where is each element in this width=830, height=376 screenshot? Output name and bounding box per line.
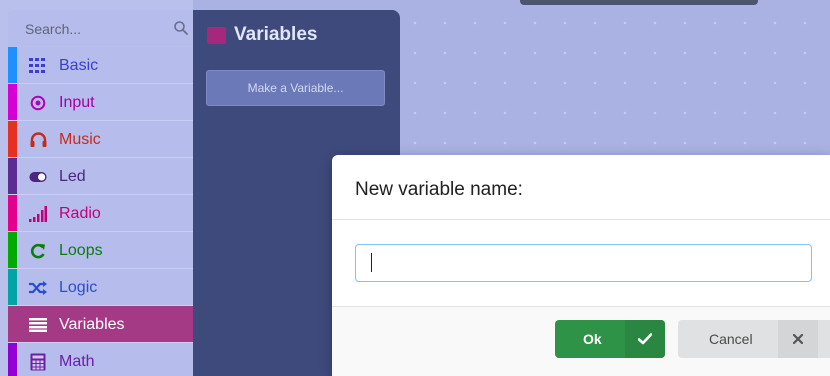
refresh-icon bbox=[29, 242, 47, 260]
dialog-divider bbox=[332, 219, 830, 220]
calculator-icon bbox=[29, 353, 47, 371]
category-math[interactable]: Math bbox=[8, 343, 193, 376]
shuffle-icon bbox=[29, 279, 47, 297]
text-caret bbox=[371, 253, 372, 272]
category-input[interactable]: Input bbox=[8, 84, 193, 121]
category-basic[interactable]: Basic bbox=[8, 47, 193, 84]
variables-color-swatch bbox=[207, 27, 226, 44]
category-list: Basic Input Music Led Radio Loops Logic … bbox=[8, 47, 193, 376]
category-label: Input bbox=[59, 94, 95, 111]
category-label: Basic bbox=[59, 57, 99, 74]
close-icon bbox=[778, 320, 818, 358]
category-label: Radio bbox=[59, 205, 101, 222]
new-variable-dialog: New variable name: Ok Cancel bbox=[332, 155, 830, 376]
category-color-bar bbox=[8, 232, 17, 268]
category-label: Music bbox=[59, 131, 101, 148]
category-color-bar bbox=[8, 158, 17, 194]
cancel-button[interactable]: Cancel bbox=[678, 320, 830, 358]
signal-icon bbox=[29, 205, 47, 223]
workspace-top-strip bbox=[520, 0, 758, 5]
category-color-bar bbox=[8, 269, 17, 305]
make-variable-button[interactable]: Make a Variable... bbox=[206, 70, 385, 106]
category-loops[interactable]: Loops bbox=[8, 232, 193, 269]
category-logic[interactable]: Logic bbox=[8, 269, 193, 306]
category-variables[interactable]: Variables bbox=[8, 306, 193, 343]
category-color-bar bbox=[8, 195, 17, 231]
category-music[interactable]: Music bbox=[8, 121, 193, 158]
category-sidebar: Search... Basic Input Music Led Radio Lo… bbox=[0, 0, 193, 376]
category-label: Variables bbox=[59, 316, 125, 333]
category-led[interactable]: Led bbox=[8, 158, 193, 195]
toggle-icon bbox=[29, 168, 47, 186]
category-label: Logic bbox=[59, 279, 98, 296]
category-color-bar bbox=[8, 84, 17, 120]
checkmark-icon bbox=[625, 320, 665, 358]
headphones-icon bbox=[29, 131, 47, 149]
search-input[interactable]: Search... bbox=[25, 21, 81, 37]
category-color-bar bbox=[8, 47, 17, 83]
target-icon bbox=[29, 94, 47, 112]
category-color-bar bbox=[8, 343, 17, 376]
ok-button[interactable]: Ok bbox=[555, 320, 665, 358]
list-icon bbox=[29, 316, 47, 334]
variable-name-input[interactable] bbox=[355, 244, 812, 282]
category-label: Math bbox=[59, 353, 95, 370]
dialog-title: New variable name: bbox=[355, 179, 523, 200]
category-label: Led bbox=[59, 168, 86, 185]
search-icon[interactable] bbox=[173, 20, 189, 36]
category-label: Loops bbox=[59, 242, 103, 259]
category-color-bar bbox=[8, 121, 17, 157]
grid-icon bbox=[29, 57, 47, 75]
ok-button-label: Ok bbox=[583, 331, 602, 347]
category-radio[interactable]: Radio bbox=[8, 195, 193, 232]
cancel-button-label: Cancel bbox=[709, 331, 753, 347]
category-color-bar bbox=[8, 306, 17, 342]
flyout-title: Variables bbox=[234, 24, 318, 45]
search-box[interactable]: Search... bbox=[8, 10, 193, 46]
